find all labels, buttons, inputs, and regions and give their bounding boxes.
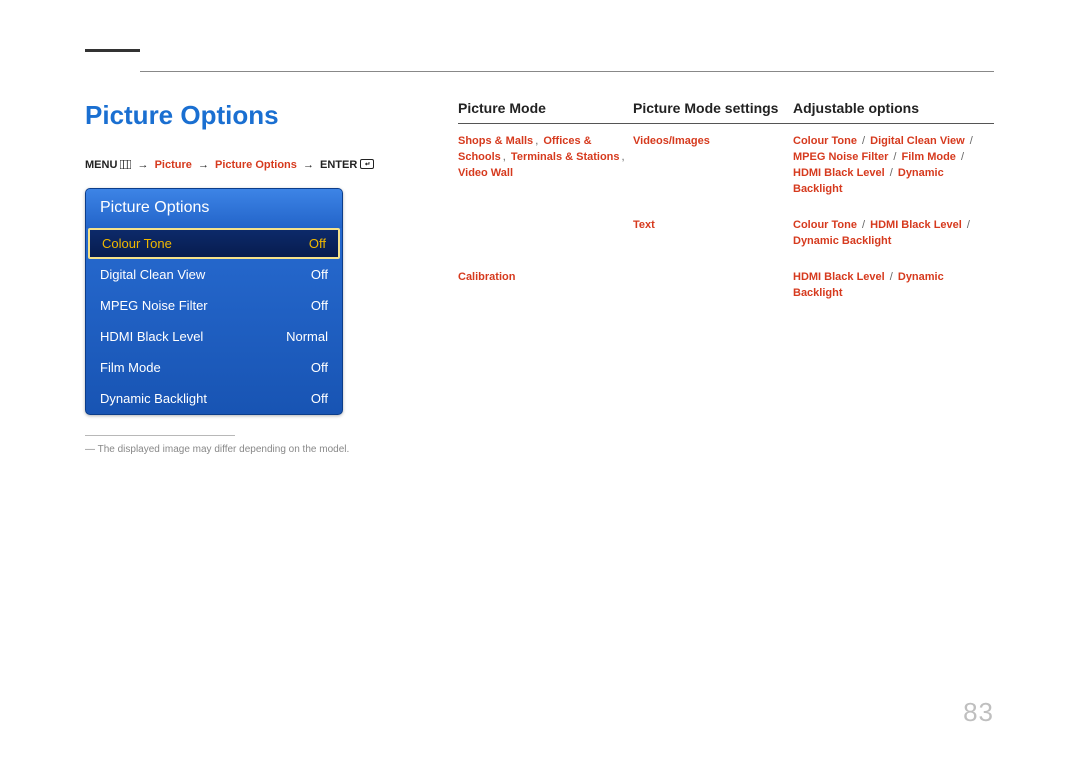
- table-row: TextColour Tone / HDMI Black Level / Dyn…: [458, 208, 994, 260]
- table-row: Calibration HDMI Black Level / Dynamic Ba…: [458, 260, 994, 312]
- separator: /: [964, 219, 970, 231]
- breadcrumb-segment: Picture Options: [215, 159, 297, 171]
- osd-menu-item[interactable]: Film Mode Off: [86, 352, 342, 383]
- option-term: Digital Clean View: [870, 135, 965, 147]
- osd-menu-item[interactable]: Colour Tone Off: [88, 228, 340, 259]
- separator: ,: [503, 151, 509, 163]
- enter-icon: [360, 159, 374, 172]
- separator: /: [967, 135, 973, 147]
- section-title: Picture Options: [85, 100, 430, 131]
- breadcrumb-menu-label: MENU: [85, 159, 117, 171]
- breadcrumb-segment: Picture: [155, 159, 192, 171]
- table-header-row: Picture Mode Picture Mode settings Adjus…: [458, 100, 994, 124]
- osd-menu-item-label: Digital Clean View: [100, 267, 205, 282]
- table-header-mode: Picture Mode: [458, 100, 633, 116]
- osd-menu-item-label: Film Mode: [100, 360, 161, 375]
- osd-menu-item-label: HDMI Black Level: [100, 329, 203, 344]
- table-cell-settings: [633, 270, 793, 302]
- table-header-options: Adjustable options: [793, 100, 994, 116]
- left-column: Picture Options MENU → Picture → Picture…: [85, 100, 430, 455]
- osd-menu-header: Picture Options: [86, 189, 342, 228]
- option-term: Film Mode: [902, 151, 956, 163]
- osd-menu-item[interactable]: Digital Clean View Off: [86, 259, 342, 290]
- osd-menu-item-value: Off: [309, 236, 326, 251]
- page-number: 83: [963, 697, 994, 728]
- table-cell-mode: Calibration: [458, 270, 633, 302]
- osd-menu-item-value: Off: [311, 360, 328, 375]
- option-term: Calibration: [458, 271, 515, 283]
- option-term: Terminals & Stations: [511, 151, 620, 163]
- option-term: HDMI Black Level: [870, 219, 962, 231]
- page-accent-bar: [85, 49, 140, 52]
- osd-menu-item[interactable]: Dynamic Backlight Off: [86, 383, 342, 414]
- option-term: MPEG Noise Filter: [793, 151, 888, 163]
- breadcrumb-arrow: →: [198, 159, 209, 171]
- table-cell-mode: [458, 218, 633, 250]
- osd-menu-item[interactable]: HDMI Black Level Normal: [86, 321, 342, 352]
- separator: ,: [535, 135, 541, 147]
- table-row: Shops & Malls, Offices & Schools, Termin…: [458, 124, 994, 208]
- option-term: Video Wall: [458, 167, 513, 179]
- breadcrumb-enter-label: ENTER: [320, 159, 357, 171]
- osd-menu-panel: Picture Options Colour ToneOffDigital Cl…: [85, 188, 343, 415]
- table-header-settings: Picture Mode settings: [633, 100, 793, 116]
- option-term: Colour Tone: [793, 135, 857, 147]
- osd-menu-item[interactable]: MPEG Noise Filter Off: [86, 290, 342, 321]
- osd-menu-item-label: MPEG Noise Filter: [100, 298, 208, 313]
- page-top-rule: [140, 71, 994, 72]
- separator: /: [887, 271, 896, 283]
- osd-menu-item-value: Off: [311, 298, 328, 313]
- table-cell-mode: Shops & Malls, Offices & Schools, Termin…: [458, 134, 633, 198]
- osd-menu-item-value: Off: [311, 391, 328, 406]
- separator: ,: [622, 151, 625, 163]
- osd-menu-item-value: Normal: [286, 329, 328, 344]
- separator: /: [887, 167, 896, 179]
- separator: /: [890, 151, 899, 163]
- options-table: Picture Mode Picture Mode settings Adjus…: [458, 100, 994, 312]
- option-term: Shops & Malls: [458, 135, 533, 147]
- table-cell-options: Colour Tone / Digital Clean View / MPEG …: [793, 134, 994, 198]
- footnote-content: The displayed image may differ depending…: [98, 444, 350, 455]
- table-cell-options: HDMI Black Level / Dynamic Backlight: [793, 270, 994, 302]
- osd-menu-item-label: Dynamic Backlight: [100, 391, 207, 406]
- breadcrumb-arrow: →: [138, 159, 149, 171]
- table-cell-settings: Videos/Images: [633, 134, 793, 198]
- menu-grid-icon: [120, 160, 131, 172]
- table-cell-options: Colour Tone / HDMI Black Level / Dynamic…: [793, 218, 994, 250]
- separator: /: [958, 151, 964, 163]
- option-term: HDMI Black Level: [793, 271, 885, 283]
- separator: /: [859, 219, 868, 231]
- osd-menu-item-value: Off: [311, 267, 328, 282]
- footnote-text: ― The displayed image may differ dependi…: [85, 444, 430, 455]
- option-term: HDMI Black Level: [793, 167, 885, 179]
- separator: /: [859, 135, 868, 147]
- breadcrumb-arrow: →: [303, 159, 314, 171]
- option-term: Colour Tone: [793, 219, 857, 231]
- right-column: Picture Mode Picture Mode settings Adjus…: [430, 100, 994, 455]
- table-cell-settings: Text: [633, 218, 793, 250]
- option-term: Dynamic Backlight: [793, 235, 891, 247]
- breadcrumb: MENU → Picture → Picture Options → ENTER: [85, 159, 430, 172]
- footnote-divider: [85, 435, 235, 436]
- osd-menu-item-label: Colour Tone: [102, 236, 172, 251]
- page-body: Picture Options MENU → Picture → Picture…: [85, 100, 994, 455]
